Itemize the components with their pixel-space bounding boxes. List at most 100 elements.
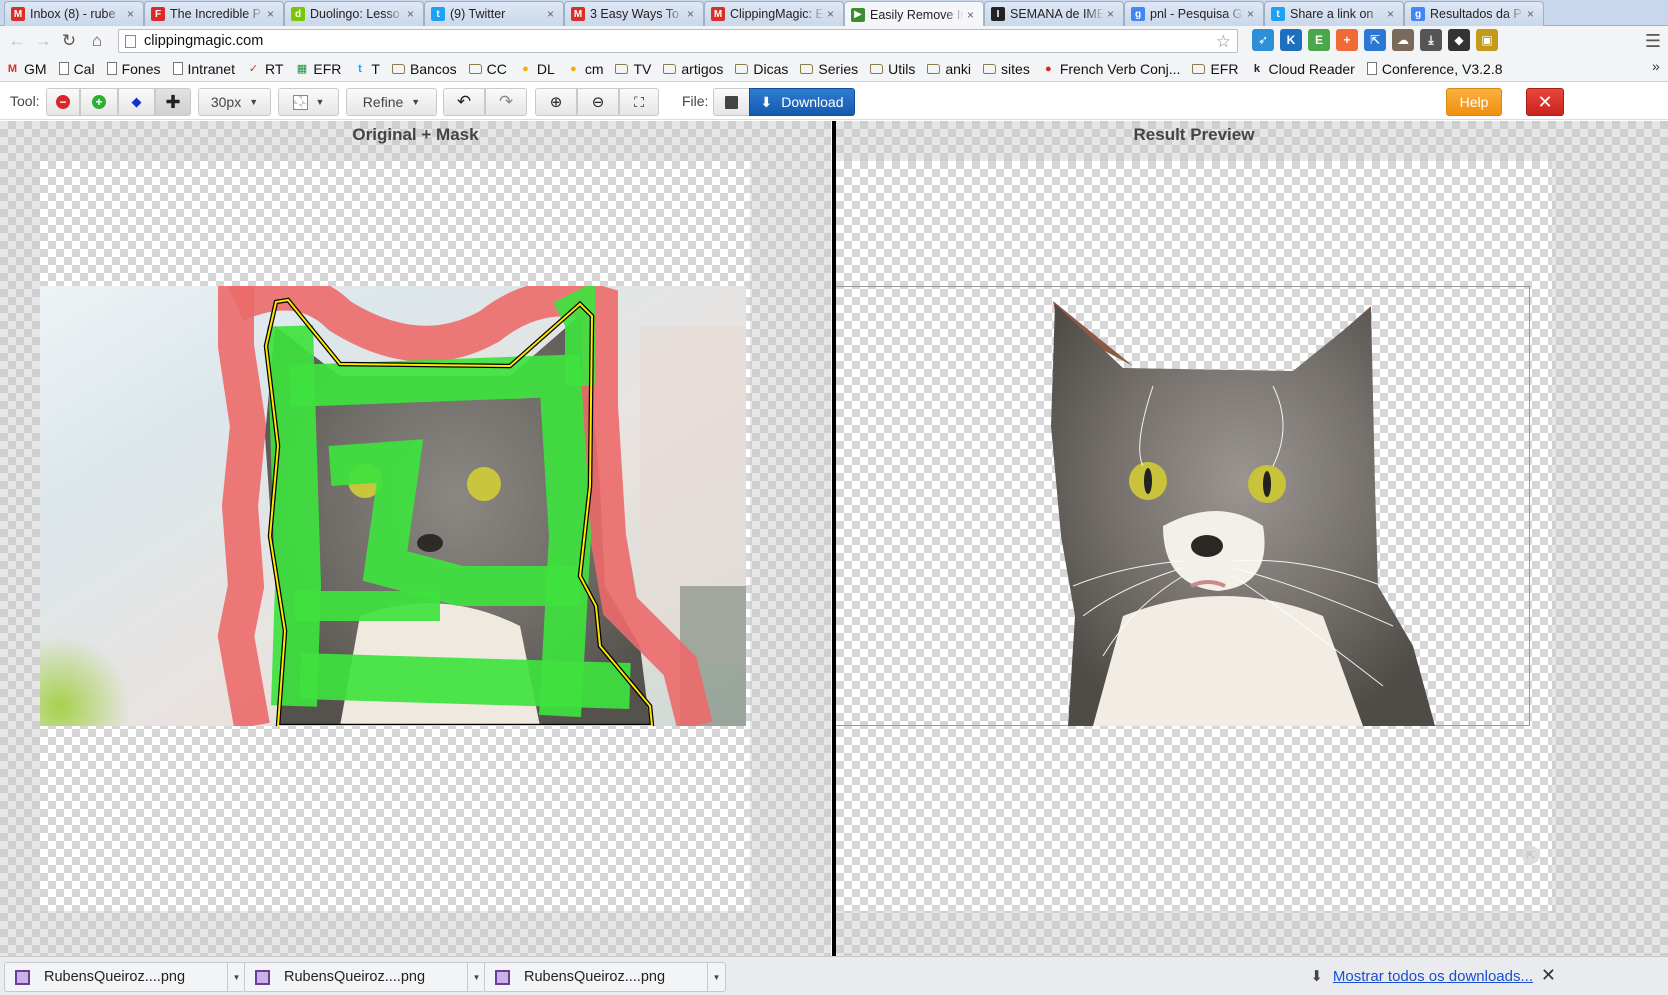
bookmark-item[interactable]: anki [927, 61, 971, 77]
bookmark-item[interactable]: Conference, V3.2.8 [1366, 61, 1502, 77]
bookmark-item[interactable]: ● DL [519, 61, 555, 77]
browser-tab[interactable]: M 3 Easy Ways To × [564, 1, 704, 26]
redo-icon: ↷ [498, 92, 514, 111]
browser-tab[interactable]: t (9) Twitter × [424, 1, 564, 26]
bookmark-item[interactable]: ● French Verb Conj... [1042, 61, 1180, 77]
bookmark-item[interactable]: k Cloud Reader [1250, 61, 1355, 77]
brush-size-dropdown[interactable]: 30px ▼ [198, 88, 271, 116]
download-item[interactable]: RubensQueiroz....png ▼ [244, 962, 486, 992]
show-all-downloads-link[interactable]: Mostrar todos os downloads... [1333, 968, 1533, 985]
tab-close-icon[interactable]: × [1527, 7, 1537, 21]
home-button[interactable]: ⌂ [84, 28, 110, 54]
browser-tab[interactable]: t Share a link on × [1264, 1, 1404, 26]
resize-handle-icon[interactable]: ⇱ [1522, 846, 1540, 864]
address-bar[interactable]: clippingmagic.com ☆ [118, 29, 1238, 53]
chevron-down-icon: ▼ [249, 97, 259, 107]
browser-tab[interactable]: g Resultados da P × [1404, 1, 1544, 26]
bookmark-label: TV [633, 60, 652, 77]
result-preview-pane[interactable]: Result Preview ⇱ [836, 121, 1668, 956]
tab-close-icon[interactable]: × [687, 7, 697, 21]
download-ext-icon[interactable]: ⤓ [1420, 29, 1442, 51]
remove-tool-button[interactable]: − [46, 88, 80, 116]
hair-tool-button[interactable]: ◆ [118, 88, 155, 116]
bookmark-item[interactable]: ✓ RT [247, 61, 284, 77]
stamp-ext-icon[interactable]: ▣ [1476, 29, 1498, 51]
close-editor-button[interactable]: ✕ [1526, 88, 1564, 116]
k-ext-icon[interactable]: K [1280, 29, 1302, 51]
plus-ext-icon[interactable]: + [1336, 29, 1358, 51]
chevron-down-icon[interactable]: ▼ [227, 963, 245, 991]
evernote-ext-icon[interactable]: E [1308, 29, 1330, 51]
tab-close-icon[interactable]: × [1247, 7, 1257, 21]
bookmark-item[interactable]: Fones [106, 61, 161, 77]
refine-dropdown[interactable]: Refine ▼ [346, 88, 437, 116]
pan-tool-button[interactable]: ✚ [155, 88, 191, 116]
chevron-down-icon[interactable]: ▼ [707, 963, 725, 991]
tab-close-icon[interactable]: × [407, 7, 417, 21]
bookmark-item[interactable]: Series [800, 61, 858, 77]
back-button[interactable]: ← [4, 28, 30, 54]
forward-button[interactable]: → [30, 28, 56, 54]
download-item[interactable]: RubensQueiroz....png ▼ [4, 962, 246, 992]
gmail-icon: M [571, 7, 585, 21]
gmail-icon: M [7, 62, 18, 75]
menu-icon[interactable]: ☰ [1640, 28, 1666, 54]
browser-tab[interactable]: F The Incredible P × [144, 1, 284, 26]
twitter-ext-icon[interactable]: ➶ [1252, 29, 1274, 51]
browser-tab[interactable]: I SEMANA de IME × [984, 1, 1124, 26]
cloud-ext-icon[interactable]: ☁ [1392, 29, 1414, 51]
bookmark-item[interactable]: M GM [6, 61, 47, 77]
bookmark-item[interactable]: EFR [1192, 61, 1238, 77]
tab-close-icon[interactable]: × [1387, 7, 1397, 21]
background-dropdown[interactable]: ▼ [278, 88, 339, 116]
bookmark-label: cm [584, 60, 604, 77]
zoom-out-button[interactable]: ⊖ [577, 88, 619, 116]
bookmark-item[interactable]: tT [353, 61, 380, 77]
browser-tab[interactable]: M Inbox (8) - rube × [4, 1, 144, 26]
bookmark-star-icon[interactable]: ☆ [1216, 32, 1231, 52]
tab-close-icon[interactable]: × [827, 7, 837, 21]
reload-button[interactable]: ↻ [56, 28, 82, 54]
bookmark-item[interactable]: artigos [663, 61, 723, 77]
tag-ext-icon[interactable]: ◆ [1448, 29, 1470, 51]
help-button[interactable]: Help [1446, 88, 1502, 116]
bookmark-item[interactable]: ▦ EFR [295, 61, 342, 77]
bookmark-label: Cal [73, 60, 95, 77]
chevron-down-icon[interactable]: ▼ [467, 963, 485, 991]
original-image-with-mask[interactable] [40, 286, 746, 726]
browser-tab[interactable]: d Duolingo: Lesso × [284, 1, 424, 26]
bookmark-item[interactable]: Utils [870, 61, 915, 77]
browser-tab[interactable]: g pnl - Pesquisa G × [1124, 1, 1264, 26]
tab-close-icon[interactable]: × [967, 8, 977, 22]
kindle-icon: k [1253, 62, 1261, 75]
tab-close-icon[interactable]: × [1107, 7, 1117, 21]
bookmark-item[interactable]: Dicas [735, 61, 788, 77]
bookmark-item[interactable]: ● cm [567, 61, 604, 77]
tab-close-icon[interactable]: × [127, 7, 137, 21]
bookmark-item[interactable]: TV [615, 61, 651, 77]
bookmark-item[interactable]: Intranet [172, 61, 235, 77]
save-button[interactable] [713, 88, 750, 116]
browser-tab[interactable]: M ClippingMagic: E × [704, 1, 844, 26]
bookmark-item[interactable]: CC [468, 61, 507, 77]
close-shelf-button[interactable]: ✕ [1541, 965, 1556, 986]
browser-tab[interactable]: ▶ Easily Remove Ir × [844, 1, 984, 27]
bookmark-item[interactable]: Bancos [391, 61, 457, 77]
bookmark-item[interactable]: Cal [58, 60, 95, 77]
download-button[interactable]: ⬇ Download [749, 88, 855, 116]
share-ext-icon[interactable]: ⇱ [1364, 29, 1386, 51]
redo-button[interactable]: ↷ [485, 88, 527, 116]
fit-view-button[interactable]: ⛶ [619, 88, 659, 116]
keep-tool-button[interactable]: + [80, 88, 118, 116]
download-arrow-icon: ⬇ [1310, 968, 1323, 985]
floppy-disk-icon [725, 95, 738, 109]
download-item[interactable]: RubensQueiroz....png ▼ [484, 962, 726, 992]
tab-close-icon[interactable]: × [547, 7, 557, 21]
bookmarks-overflow-button[interactable]: » [1652, 58, 1660, 74]
tab-close-icon[interactable]: × [267, 7, 277, 21]
bookmark-item[interactable]: sites [983, 61, 1030, 77]
zoom-in-button[interactable]: ⊕ [535, 88, 577, 116]
original-mask-pane[interactable]: Original + Mask [0, 121, 831, 956]
file-label: File: [682, 93, 709, 109]
undo-button[interactable]: ↶ [443, 88, 485, 116]
